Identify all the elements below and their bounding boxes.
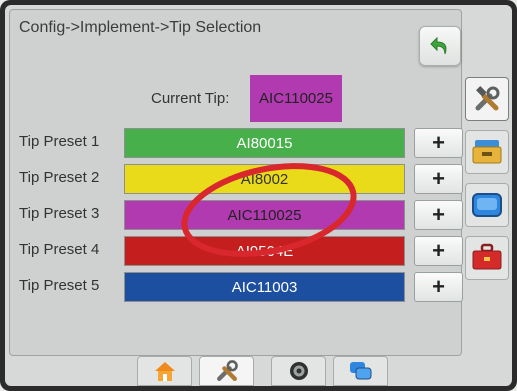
tools-icon [475, 86, 500, 111]
console-icon [472, 140, 502, 164]
tip-preset-value[interactable]: AI80015 [124, 128, 405, 158]
add-tip-button[interactable]: + [414, 128, 463, 158]
tip-preset-value[interactable]: AI9504E [124, 236, 405, 266]
side-tab-console[interactable] [465, 130, 509, 174]
camera-icon [289, 362, 308, 380]
side-tab-display[interactable] [465, 183, 509, 227]
side-tab-toolbox[interactable] [465, 236, 509, 280]
bottom-tab-tools[interactable] [199, 356, 254, 386]
current-tip-value: AIC110025 [250, 75, 342, 122]
display-icon [472, 193, 502, 217]
tip-preset-value[interactable]: AIC110025 [124, 200, 405, 230]
screen: Config->Implement->Tip Selection Current… [5, 5, 512, 386]
bottom-nav [137, 356, 388, 386]
tip-preset-label: Tip Preset 5 [19, 277, 100, 294]
bottom-tab-screens[interactable] [333, 356, 388, 386]
back-button[interactable] [419, 26, 461, 66]
breadcrumb: Config->Implement->Tip Selection [19, 19, 262, 36]
tip-preset-label: Tip Preset 3 [19, 205, 100, 222]
tip-preset-label: Tip Preset 1 [19, 133, 100, 150]
device-frame: Config->Implement->Tip Selection Current… [0, 0, 517, 391]
side-tab-tools[interactable] [465, 77, 509, 121]
tools-icon [216, 360, 238, 381]
bottom-tab-camera[interactable] [271, 356, 326, 386]
add-tip-button[interactable]: + [414, 164, 463, 194]
bottom-tab-home[interactable] [137, 356, 192, 386]
add-tip-button[interactable]: + [414, 272, 463, 302]
main-panel: Config->Implement->Tip Selection Current… [9, 9, 463, 356]
screens-icon [349, 362, 371, 380]
back-arrow-icon [430, 36, 447, 55]
current-tip-label: Current Tip: [151, 90, 230, 107]
home-icon [154, 362, 175, 381]
toolbox-icon [472, 243, 502, 270]
add-tip-button[interactable]: + [414, 236, 463, 266]
tip-preset-value[interactable]: AI8002 [124, 164, 405, 194]
tip-preset-label: Tip Preset 4 [19, 241, 100, 258]
add-tip-button[interactable]: + [414, 200, 463, 230]
tip-preset-value[interactable]: AIC11003 [124, 272, 405, 302]
tip-preset-label: Tip Preset 2 [19, 169, 100, 186]
